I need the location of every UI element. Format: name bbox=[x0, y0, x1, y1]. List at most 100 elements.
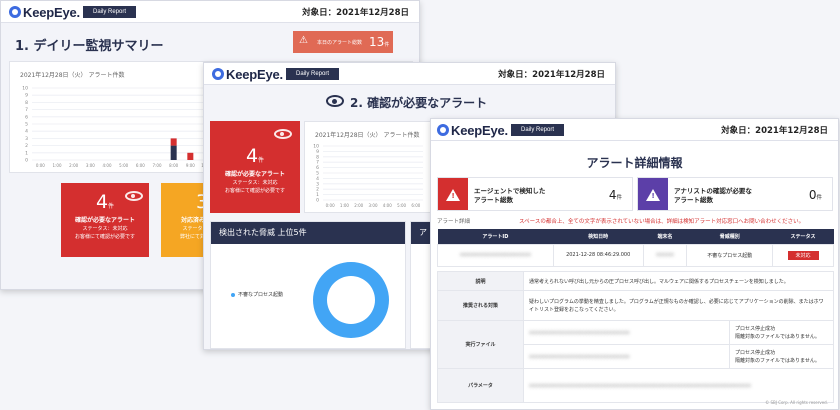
daily-report-badge: Daily Report bbox=[286, 68, 340, 80]
y-tick-label: 3 bbox=[25, 136, 28, 142]
x-tick-label: 5:00 bbox=[397, 203, 406, 208]
executable-label: 実行ファイル bbox=[437, 320, 524, 369]
alert-total-box: ⚠ 本日のアラート総数 13件 bbox=[293, 31, 393, 53]
y-tick-label: 9 bbox=[316, 149, 319, 155]
x-tick-label: 8:00 bbox=[169, 163, 178, 168]
description-row: 説明 通常考えられない呼び出し元からの圧プロセス呼び出し。マルウェアに関係するプ… bbox=[437, 271, 834, 291]
page-title: 1. デイリー監視サマリー bbox=[15, 39, 164, 54]
x-tick-label: 5:00 bbox=[119, 163, 128, 168]
alert-attributes-table: 説明 通常考えられない呼び出し元からの圧プロセス呼び出し。マルウェアに関係するプ… bbox=[437, 271, 834, 403]
required-alert-title: 確認が必要なアラート bbox=[74, 217, 135, 224]
required-alert-status: ステータス：未対応 bbox=[232, 180, 278, 186]
header-host: 端末名 bbox=[643, 229, 687, 244]
y-tick-label: 2 bbox=[25, 143, 28, 149]
y-tick-label: 10 bbox=[22, 86, 28, 92]
agent-kpi-label: エージェントで検知した アラート総数 bbox=[474, 187, 546, 205]
y-tick-label: 1 bbox=[316, 192, 319, 198]
y-tick-label: 0 bbox=[25, 158, 28, 164]
brand-logo: KeepEye. bbox=[9, 5, 80, 20]
report-date: 対象日：2021年12月28日 bbox=[721, 126, 828, 136]
host-cell: xxxxxx bbox=[642, 243, 688, 267]
y-tick-label: 7 bbox=[316, 160, 319, 166]
x-tick-label: 0:00 bbox=[36, 163, 45, 168]
warning-icon: ⚠ bbox=[299, 35, 308, 46]
countermeasure-value: 疑わしいプログラムの挙動を精査しました。プログラムが正規なものか確認し、必要に応… bbox=[523, 290, 834, 321]
analyst-kpi-value: 0件 bbox=[808, 188, 822, 202]
x-tick-label: 0:00 bbox=[326, 203, 335, 208]
required-alert-status: ステータス：未対応 bbox=[82, 226, 128, 232]
header-threat-type: 脅威種別 bbox=[686, 229, 773, 244]
description-value: 通常考えられない呼び出し元からの圧プロセス呼び出し。マルウェアに関係するプロセス… bbox=[523, 271, 834, 291]
required-alert-note: お客様にて確認が必要です bbox=[224, 187, 285, 194]
y-tick-label: 6 bbox=[25, 114, 28, 120]
parameter-row: パラメータ xxxxxxxxxxxxxxxxxxxxxxxxxxxxxxxxxx… bbox=[437, 368, 834, 403]
table-row: xxxxxxxxxxxxxxxxxxxxxxxx 2021-12-28 08:4… bbox=[437, 243, 834, 267]
agent-kpi-marker bbox=[438, 178, 468, 210]
warning-icon bbox=[646, 189, 660, 201]
y-tick-label: 5 bbox=[25, 122, 28, 128]
second-panel-title: ア bbox=[419, 228, 427, 237]
detail-label: アラート詳細 bbox=[437, 219, 471, 225]
eye-icon bbox=[125, 191, 143, 201]
x-tick-label: 6:00 bbox=[136, 163, 145, 168]
countermeasure-row: 推奨される対策 疑わしいプログラムの挙動を精査しました。プログラムが正規なものか… bbox=[437, 290, 834, 321]
header-detected-at: 検知日時 bbox=[553, 229, 644, 244]
x-tick-label: 4:00 bbox=[103, 163, 112, 168]
required-alert-title: 確認が必要なアラート bbox=[224, 171, 285, 178]
x-tick-label: 2:00 bbox=[354, 203, 363, 208]
x-tick-label: 4:00 bbox=[383, 203, 392, 208]
y-tick-label: 1 bbox=[25, 150, 28, 156]
parameter-label: パラメータ bbox=[437, 368, 524, 403]
eye-icon bbox=[274, 129, 292, 139]
report-header: KeepEye. Daily Report 対象日：2021年12月28日 bbox=[204, 63, 615, 85]
analyst-alert-kpi: アナリストの確認が必要なアラート総数 0件 bbox=[637, 177, 833, 211]
pie-slice bbox=[313, 262, 389, 338]
x-tick-label: 1:00 bbox=[53, 163, 62, 168]
executable-row: 実行ファイル xxxxxxxxxxxxxxxxxxxxxxxxxxxxxxxxx… bbox=[437, 320, 834, 369]
x-tick-label: 6:00 bbox=[411, 203, 420, 208]
y-tick-label: 4 bbox=[25, 129, 28, 135]
report-header: KeepEye. Daily Report 対象日：2021年12月28日 bbox=[1, 1, 419, 23]
analyst-kpi-marker bbox=[638, 178, 668, 210]
bar bbox=[170, 145, 177, 160]
legend-marker bbox=[231, 293, 235, 297]
status-cell: 未対応 bbox=[772, 243, 834, 267]
required-alert-value: 4件 bbox=[245, 145, 265, 167]
executable-status: プロセス停止成功 隔離対象のファイルではありません。 bbox=[729, 344, 834, 369]
description-label: 説明 bbox=[437, 271, 524, 291]
header-alert-id: アラートID bbox=[437, 229, 554, 244]
countermeasure-label: 推奨される対策 bbox=[437, 290, 524, 321]
eye-logo-icon bbox=[9, 6, 21, 18]
y-tick-label: 3 bbox=[316, 181, 319, 187]
y-tick-label: 8 bbox=[25, 100, 28, 106]
required-alert-card: 4件 確認が必要なアラート ステータス：未対応 お客様にて確認が必要です bbox=[61, 183, 149, 257]
alert-total-label: 本日のアラート総数 bbox=[317, 40, 363, 46]
threat-type-cell: 不審なプロセス起動 bbox=[686, 243, 774, 267]
y-tick-label: 2 bbox=[316, 187, 319, 193]
report-header: KeepEye. Daily Report 対象日：2021年12月28日 bbox=[431, 119, 838, 141]
y-tick-label: 10 bbox=[313, 144, 319, 150]
bar bbox=[170, 138, 177, 146]
warning-icon bbox=[446, 189, 460, 201]
eye-logo-icon bbox=[212, 68, 224, 80]
required-alert-card: 4件 確認が必要なアラート ステータス：未対応 お客様にて確認が必要です bbox=[210, 121, 300, 213]
x-tick-label: 2:00 bbox=[69, 163, 78, 168]
report-date: 対象日：2021年12月28日 bbox=[498, 70, 605, 80]
y-tick-label: 8 bbox=[316, 154, 319, 160]
space-notice: スペースの都合上、全ての文字が表示されていない場合は、詳細は検知アラート対応窓口… bbox=[519, 219, 805, 225]
table-header-row: アラートID 検知日時 端末名 脅威種別 ステータス bbox=[437, 229, 834, 244]
legend-label: 不審なプロセス起動 bbox=[238, 292, 284, 298]
threats-panel: 検出された脅威 上位5件 不審なプロセス起動 bbox=[210, 221, 406, 349]
brand-logo: KeepEye. bbox=[212, 67, 283, 82]
executable-status: プロセス停止成功 隔離対象のファイルではありません。 bbox=[729, 320, 834, 345]
x-tick-label: 3:00 bbox=[86, 163, 95, 168]
executable-path: xxxxxxxxxxxxxxxxxxxxxxxxxxxxxxxxxx bbox=[523, 344, 730, 369]
executable-path: xxxxxxxxxxxxxxxxxxxxxxxxxxxxxxxxxx bbox=[523, 320, 730, 345]
daily-report-badge: Daily Report bbox=[83, 6, 137, 18]
page-title: 2. 確認が必要なアラート bbox=[350, 96, 488, 110]
agent-kpi-value: 4件 bbox=[608, 188, 622, 202]
eye-icon bbox=[326, 95, 344, 107]
analyst-kpi-label: アナリストの確認が必要な アラート総数 bbox=[674, 187, 752, 205]
daily-report-badge: Daily Report bbox=[511, 124, 565, 136]
y-tick-label: 5 bbox=[316, 171, 319, 177]
